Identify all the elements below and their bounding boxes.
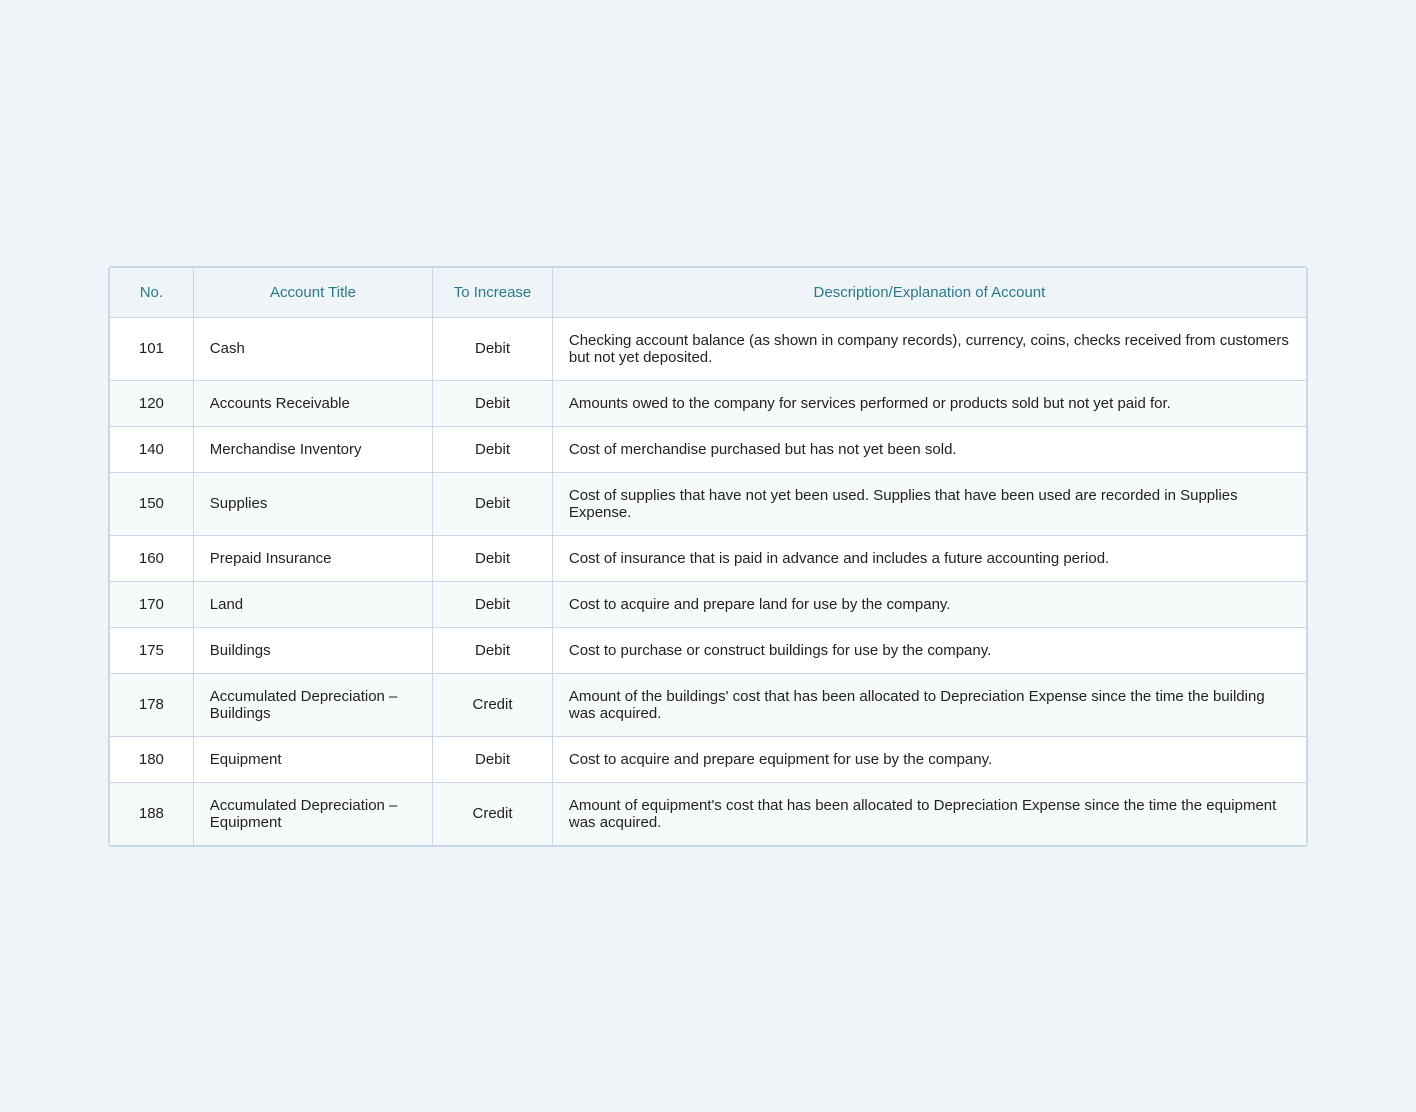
account-table: No. Account Title To Increase Descriptio… — [109, 267, 1307, 846]
cell-account-title: Land — [193, 581, 432, 627]
cell-account-title: Supplies — [193, 472, 432, 535]
cell-description: Cost of insurance that is paid in advanc… — [552, 535, 1306, 581]
cell-description: Cost to acquire and prepare equipment fo… — [552, 736, 1306, 782]
table-row: 150SuppliesDebitCost of supplies that ha… — [110, 472, 1307, 535]
cell-to-increase: Credit — [433, 782, 553, 845]
table-body: 101CashDebitChecking account balance (as… — [110, 317, 1307, 845]
account-table-container: No. Account Title To Increase Descriptio… — [108, 266, 1308, 847]
table-row: 188Accumulated Depreciation – EquipmentC… — [110, 782, 1307, 845]
table-header-row: No. Account Title To Increase Descriptio… — [110, 267, 1307, 317]
cell-to-increase: Credit — [433, 673, 553, 736]
cell-no: 188 — [110, 782, 194, 845]
cell-description: Checking account balance (as shown in co… — [552, 317, 1306, 380]
cell-description: Amounts owed to the company for services… — [552, 380, 1306, 426]
table-row: 120Accounts ReceivableDebitAmounts owed … — [110, 380, 1307, 426]
cell-description: Cost of merchandise purchased but has no… — [552, 426, 1306, 472]
cell-to-increase: Debit — [433, 627, 553, 673]
cell-account-title: Accumulated Depreciation – Equipment — [193, 782, 432, 845]
cell-to-increase: Debit — [433, 535, 553, 581]
cell-description: Amount of equipment's cost that has been… — [552, 782, 1306, 845]
cell-no: 150 — [110, 472, 194, 535]
cell-no: 101 — [110, 317, 194, 380]
table-row: 170LandDebitCost to acquire and prepare … — [110, 581, 1307, 627]
cell-description: Cost to purchase or construct buildings … — [552, 627, 1306, 673]
header-account-title: Account Title — [193, 267, 432, 317]
cell-no: 180 — [110, 736, 194, 782]
cell-to-increase: Debit — [433, 380, 553, 426]
cell-account-title: Equipment — [193, 736, 432, 782]
table-row: 140Merchandise InventoryDebitCost of mer… — [110, 426, 1307, 472]
table-row: 101CashDebitChecking account balance (as… — [110, 317, 1307, 380]
table-row: 175BuildingsDebitCost to purchase or con… — [110, 627, 1307, 673]
cell-to-increase: Debit — [433, 472, 553, 535]
cell-no: 160 — [110, 535, 194, 581]
header-no: No. — [110, 267, 194, 317]
cell-no: 178 — [110, 673, 194, 736]
table-row: 160Prepaid InsuranceDebitCost of insuran… — [110, 535, 1307, 581]
cell-description: Amount of the buildings' cost that has b… — [552, 673, 1306, 736]
cell-no: 140 — [110, 426, 194, 472]
cell-to-increase: Debit — [433, 426, 553, 472]
cell-no: 175 — [110, 627, 194, 673]
header-to-increase: To Increase — [433, 267, 553, 317]
table-row: 180EquipmentDebitCost to acquire and pre… — [110, 736, 1307, 782]
cell-account-title: Prepaid Insurance — [193, 535, 432, 581]
header-description: Description/Explanation of Account — [552, 267, 1306, 317]
cell-no: 120 — [110, 380, 194, 426]
cell-account-title: Buildings — [193, 627, 432, 673]
cell-account-title: Cash — [193, 317, 432, 380]
cell-description: Cost to acquire and prepare land for use… — [552, 581, 1306, 627]
cell-to-increase: Debit — [433, 317, 553, 380]
cell-no: 170 — [110, 581, 194, 627]
cell-account-title: Merchandise Inventory — [193, 426, 432, 472]
cell-to-increase: Debit — [433, 736, 553, 782]
cell-to-increase: Debit — [433, 581, 553, 627]
cell-description: Cost of supplies that have not yet been … — [552, 472, 1306, 535]
cell-account-title: Accounts Receivable — [193, 380, 432, 426]
cell-account-title: Accumulated Depreciation – Buildings — [193, 673, 432, 736]
table-row: 178Accumulated Depreciation – BuildingsC… — [110, 673, 1307, 736]
